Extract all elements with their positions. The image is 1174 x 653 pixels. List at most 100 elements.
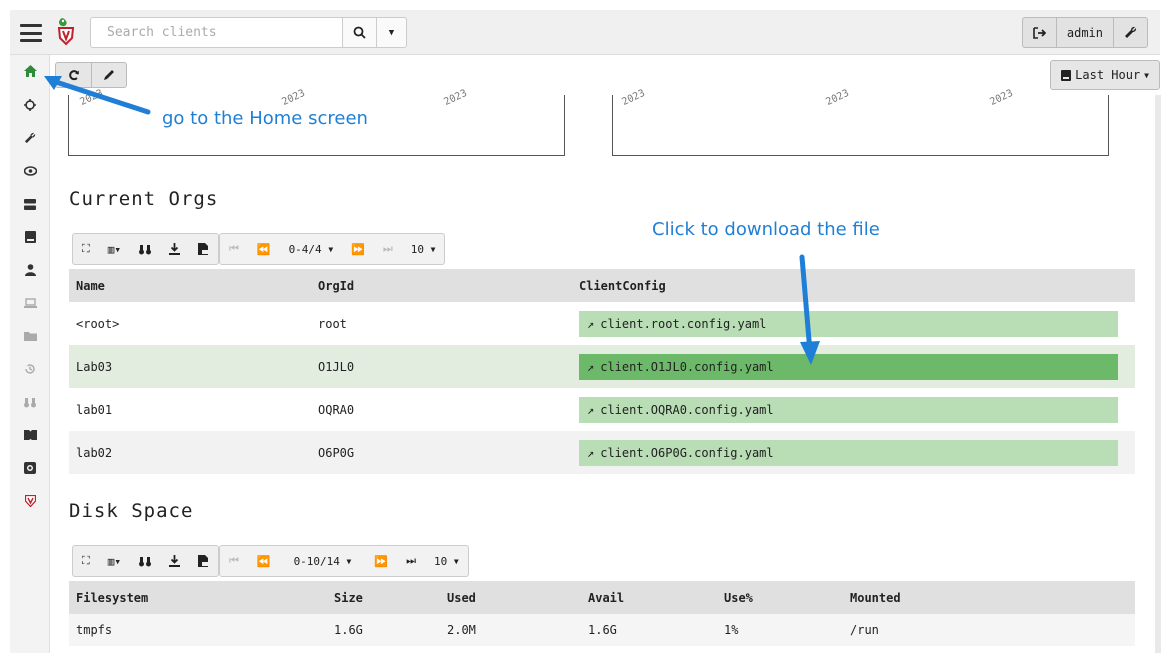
search-input[interactable] — [90, 17, 343, 48]
download-icon[interactable] — [160, 546, 189, 576]
column-header[interactable]: Use% — [717, 581, 843, 614]
disk-table-actions: ⛶ ▥▾ — [72, 545, 219, 577]
page-range-select[interactable]: 0-4/4 ▼ — [280, 234, 343, 264]
orgs-table-actions: ⛶ ▥▾ — [72, 233, 219, 265]
fullscreen-icon[interactable]: ⛶ — [73, 546, 99, 576]
table-header-row: Filesystem Size Used Avail Use% Mounted — [69, 581, 1135, 614]
org-name: lab02 — [69, 431, 311, 474]
book-icon[interactable] — [10, 227, 50, 247]
org-name: Lab03 — [69, 345, 311, 388]
binoculars-icon[interactable] — [130, 546, 160, 576]
column-header[interactable]: Size — [327, 581, 440, 614]
column-header[interactable]: Filesystem — [69, 581, 327, 614]
sidebar — [10, 55, 50, 653]
crosshair-icon[interactable] — [10, 95, 50, 115]
page-size-select[interactable]: 10 ▼ — [425, 546, 468, 576]
csv-export-icon[interactable] — [189, 546, 218, 576]
external-link-icon: ↗ — [587, 402, 595, 417]
page-range-label: 0-10/14 — [293, 554, 340, 568]
table-row[interactable]: tmpfs 1.6G 2.0M 1.6G 1% /run — [69, 614, 1135, 646]
user-icon[interactable] — [10, 260, 50, 280]
download-icon[interactable] — [160, 234, 189, 264]
disk-table-toolbar: ⛶ ▥▾ ⏮ ⏪ 0-10/14 ▼ ⏩ ⏭ 10 ▼ — [72, 545, 469, 577]
columns-icon[interactable]: ▥▾ — [99, 546, 130, 576]
open-book-icon[interactable] — [10, 425, 50, 445]
page-toolbar: Last Hour ▼ — [50, 55, 1160, 95]
eye-icon[interactable] — [10, 161, 50, 181]
table-row[interactable]: lab02 O6P0G ↗ client.O6P0G.config.yaml — [69, 431, 1135, 474]
page-range-select[interactable]: 0-10/14 ▼ — [280, 546, 366, 576]
velociraptor-shield-icon[interactable] — [10, 491, 50, 511]
column-header[interactable]: ClientConfig — [572, 269, 1135, 302]
column-header[interactable]: Name — [69, 269, 311, 302]
logo-icon — [57, 18, 75, 46]
disk-pager: ⏮ ⏪ 0-10/14 ▼ ⏩ ⏭ 10 ▼ — [218, 545, 469, 577]
config-download-link[interactable]: ↗ client.O6P0G.config.yaml — [579, 439, 1118, 466]
first-page-icon[interactable]: ⏮ — [220, 234, 248, 264]
menu-icon[interactable] — [20, 24, 42, 42]
config-download-link[interactable]: ↗ client.root.config.yaml — [579, 310, 1118, 337]
column-header[interactable]: Avail — [581, 581, 717, 614]
table-row[interactable]: Lab03 O1JL0 ↗ client.O1JL0.config.yaml — [69, 345, 1135, 388]
laptop-icon[interactable] — [10, 293, 50, 313]
table-row[interactable]: lab01 OQRA0 ↗ client.OQRA0.config.yaml — [69, 388, 1135, 431]
table-row[interactable]: <root> root ↗ client.root.config.yaml — [69, 302, 1135, 345]
caret-down-icon: ▼ — [328, 244, 334, 254]
scrollbar[interactable] — [1155, 95, 1161, 653]
page-actions — [55, 62, 127, 88]
next-page-icon[interactable]: ⏩ — [365, 546, 397, 576]
avail-cell: 1.6G — [581, 614, 717, 646]
config-download-link[interactable]: ↗ client.O1JL0.config.yaml — [579, 353, 1118, 380]
edit-button[interactable] — [91, 63, 126, 87]
graph-panel-right: 2023 2023 2023 — [612, 88, 1109, 156]
prev-page-icon[interactable]: ⏪ — [248, 546, 280, 576]
last-page-icon[interactable]: ⏭ — [374, 234, 402, 264]
search-button[interactable] — [343, 17, 377, 48]
table-header-row: Name OrgId ClientConfig — [69, 269, 1135, 302]
page-size-select[interactable]: 10 ▼ — [402, 234, 445, 264]
last-page-icon[interactable]: ⏭ — [397, 546, 425, 576]
home-icon[interactable] — [10, 61, 50, 81]
time-range-select[interactable]: Last Hour ▼ — [1050, 60, 1160, 90]
book-icon — [1061, 69, 1072, 81]
config-filename: client.OQRA0.config.yaml — [600, 402, 774, 417]
orgs-table: Name OrgId ClientConfig <root> root ↗ cli… — [69, 269, 1135, 474]
size-cell: 1.6G — [327, 614, 440, 646]
disk-section-title: Disk Space — [69, 500, 194, 522]
user-name[interactable]: admin — [1055, 18, 1113, 47]
time-range-label: Last Hour — [1075, 68, 1141, 82]
config-download-link[interactable]: ↗ client.OQRA0.config.yaml — [579, 396, 1118, 423]
user-settings-button[interactable] — [1113, 18, 1147, 47]
prev-page-icon[interactable]: ⏪ — [248, 234, 280, 264]
download-annotation: Click to download the file — [652, 219, 880, 240]
column-header[interactable]: Mounted — [843, 581, 1135, 614]
config-filename: client.root.config.yaml — [600, 316, 767, 331]
csv-export-icon[interactable] — [189, 234, 218, 264]
refresh-icon — [68, 70, 79, 81]
terminal-icon[interactable] — [10, 458, 50, 478]
search-options-caret[interactable]: ▼ — [377, 17, 407, 48]
caret-down-icon: ▼ — [453, 556, 459, 566]
next-page-icon[interactable]: ⏩ — [342, 234, 374, 264]
wrench-icon[interactable] — [10, 128, 50, 148]
first-page-icon[interactable]: ⏮ — [220, 546, 248, 576]
binoculars-icon[interactable] — [130, 234, 160, 264]
column-header[interactable]: Used — [440, 581, 581, 614]
caret-down-icon: ▼ — [388, 27, 395, 38]
binoculars-icon[interactable] — [10, 392, 50, 412]
config-filename: client.O6P0G.config.yaml — [600, 445, 774, 460]
home-screen-annotation: go to the Home screen — [162, 108, 368, 129]
fullscreen-icon[interactable]: ⛶ — [73, 234, 99, 264]
refresh-button[interactable] — [56, 63, 91, 87]
server-icon[interactable] — [10, 194, 50, 214]
disk-table: Filesystem Size Used Avail Use% Mounted … — [69, 581, 1135, 646]
logout-button[interactable] — [1023, 18, 1056, 47]
sign-out-icon — [1033, 26, 1046, 39]
column-header[interactable]: OrgId — [311, 269, 572, 302]
columns-icon[interactable]: ▥▾ — [99, 234, 130, 264]
used-cell: 2.0M — [440, 614, 581, 646]
folder-icon[interactable] — [10, 326, 50, 346]
history-icon[interactable] — [10, 359, 50, 379]
page-size-label: 10 — [410, 242, 424, 256]
mounted-cell: /run — [843, 614, 1135, 646]
